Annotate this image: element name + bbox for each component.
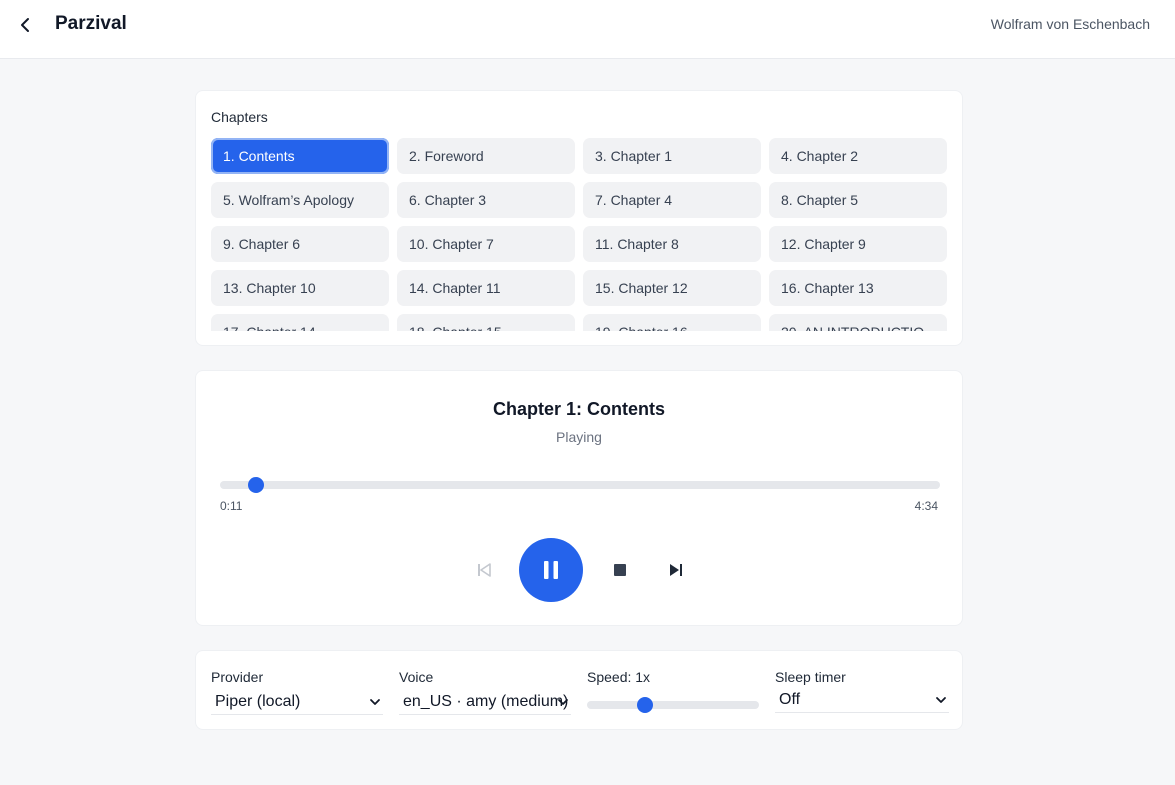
chapter-button[interactable]: 9. Chapter 6 <box>211 226 389 262</box>
chapter-button[interactable]: 1. Contents <box>211 138 389 174</box>
player-card: Chapter 1: Contents Playing 0:11 4:34 <box>195 370 963 626</box>
chapter-button[interactable]: 3. Chapter 1 <box>583 138 761 174</box>
chapter-button[interactable]: 14. Chapter 11 <box>397 270 575 306</box>
chevron-down-icon <box>936 697 946 703</box>
progress-thumb[interactable] <box>248 477 264 493</box>
chapter-button[interactable]: 10. Chapter 7 <box>397 226 575 262</box>
stop-button[interactable] <box>609 559 631 581</box>
chapter-button[interactable]: 2. Foreword <box>397 138 575 174</box>
chevron-down-icon <box>370 699 380 705</box>
progress-slider[interactable] <box>220 477 940 493</box>
chapter-button[interactable]: 19. Chapter 16 <box>583 314 761 331</box>
book-author: Wolfram von Eschenbach <box>990 16 1150 32</box>
book-title: Parzival <box>55 13 127 34</box>
next-chapter-button[interactable] <box>665 559 687 581</box>
now-playing-title: Chapter 1: Contents <box>492 399 665 419</box>
chapter-button[interactable]: 4. Chapter 2 <box>769 138 947 174</box>
voice-value: en_US · amy (medium) <box>403 693 569 710</box>
total-time: 4:34 <box>914 499 938 513</box>
voice-label: Voice <box>399 669 434 685</box>
skip-next-icon <box>670 564 682 576</box>
chapter-button[interactable]: 8. Chapter 5 <box>769 182 947 218</box>
current-time: 0:11 <box>220 499 243 513</box>
stop-icon <box>614 564 626 576</box>
chapter-button[interactable]: 12. Chapter 9 <box>769 226 947 262</box>
chapter-button[interactable]: 20. AN INTRODUCTIO <box>769 314 947 331</box>
chapter-list-scroll[interactable]: 1. Contents 2. Foreword 3. Chapter 1 4. Cha… <box>211 138 949 331</box>
provider-select[interactable]: Piper (local) <box>211 691 383 715</box>
chevron-left-icon <box>21 18 29 32</box>
chapter-button[interactable]: 18. Chapter 15 <box>397 314 575 331</box>
chapters-heading: Chapters <box>211 109 268 125</box>
chapter-grid: 1. Contents 2. Foreword 3. Chapter 1 4. Cha… <box>211 138 949 331</box>
skip-previous-icon <box>478 563 491 577</box>
top-bar: Parzival Wolfram von Eschenbach <box>0 0 1175 59</box>
playback-status: Playing <box>556 429 602 445</box>
chapter-button[interactable]: 16. Chapter 13 <box>769 270 947 306</box>
sleep-timer-select[interactable]: Off <box>775 689 949 713</box>
sleep-timer-value: Off <box>779 691 801 708</box>
chapters-card: Chapters 1. Contents 2. Foreword 3. Chapte… <box>195 90 963 346</box>
provider-value: Piper (local) <box>215 693 301 710</box>
pause-button[interactable] <box>519 538 583 602</box>
speed-thumb[interactable] <box>637 697 654 713</box>
previous-chapter-button[interactable] <box>473 559 495 581</box>
voice-select[interactable]: en_US · amy (medium) <box>399 691 571 715</box>
back-button[interactable] <box>12 12 38 38</box>
chapter-button[interactable]: 5. Wolfram’s Apology <box>211 182 389 218</box>
chapter-button[interactable]: 17. Chapter 14 <box>211 314 389 331</box>
settings-card: Provider Piper (local) Voice en_US · amy… <box>195 650 963 730</box>
chevron-down-icon <box>558 699 568 705</box>
pause-icon <box>544 561 558 579</box>
chapter-button[interactable]: 11. Chapter 8 <box>583 226 761 262</box>
chapter-button[interactable]: 6. Chapter 3 <box>397 182 575 218</box>
chapter-button[interactable]: 7. Chapter 4 <box>583 182 761 218</box>
speed-label: Speed: 1x <box>587 669 651 685</box>
speed-slider[interactable] <box>587 697 759 713</box>
provider-label: Provider <box>211 669 264 685</box>
chapter-button[interactable]: 15. Chapter 12 <box>583 270 761 306</box>
chapter-button[interactable]: 13. Chapter 10 <box>211 270 389 306</box>
sleep-timer-label: Sleep timer <box>775 669 846 685</box>
